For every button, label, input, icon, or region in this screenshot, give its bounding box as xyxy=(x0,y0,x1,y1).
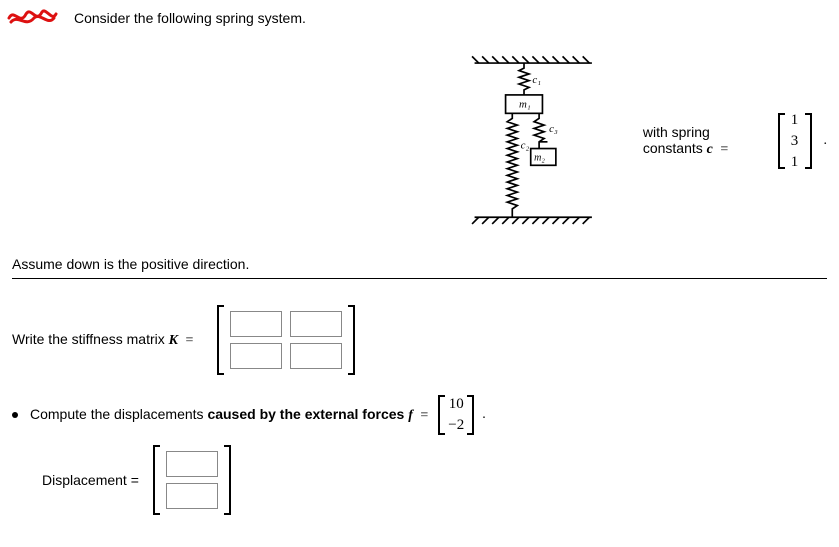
redaction-scribble xyxy=(12,8,54,30)
stiffness-prompt-row: Write the stiffness matrix K = xyxy=(12,305,827,375)
d-input-0[interactable] xyxy=(166,451,218,477)
spring-constants-row: with spring constants c = 1 3 1 . xyxy=(643,113,827,169)
f-vector: 10 −2 xyxy=(438,395,474,435)
label-c1: c₁ xyxy=(532,74,541,86)
displacement-row: Displacement = xyxy=(12,445,827,515)
bullet-icon xyxy=(12,412,18,418)
compute-prompt-row: Compute the displacements caused by the … xyxy=(12,395,827,435)
d-input-1[interactable] xyxy=(166,483,218,509)
k-input-0-0[interactable] xyxy=(230,311,282,337)
period: . xyxy=(480,407,486,423)
f-vector-entry: 10 xyxy=(448,396,464,413)
k-input-1-0[interactable] xyxy=(230,343,282,369)
constants-text: with spring constants c = xyxy=(643,124,768,158)
intro-text: Consider the following spring system. xyxy=(74,8,306,26)
displacement-label: Displacement = xyxy=(42,472,139,488)
c-vector-entry: 1 xyxy=(788,154,802,171)
c-vector-entry: 1 xyxy=(788,112,802,129)
label-m1: m₁ xyxy=(519,98,531,110)
stiffness-prompt-text: Write the stiffness matrix K = xyxy=(12,331,197,349)
stiffness-matrix-input xyxy=(217,305,355,375)
label-c3: c₃ xyxy=(549,123,558,135)
label-m2: m₂ xyxy=(534,152,545,163)
assume-text: Assume down is the positive direction. xyxy=(12,256,827,272)
f-vector-entry: −2 xyxy=(448,417,464,434)
k-input-0-1[interactable] xyxy=(290,311,342,337)
spring-diagram: c₁ m₁ c₂ c₃ m₂ xyxy=(462,36,613,246)
c-vector: 1 3 1 xyxy=(778,113,812,169)
c-vector-entry: 3 xyxy=(788,133,802,150)
divider xyxy=(12,278,827,279)
displacement-vector-input xyxy=(153,445,231,515)
label-c2: c₂ xyxy=(521,140,530,152)
period: . xyxy=(822,133,828,149)
k-input-1-1[interactable] xyxy=(290,343,342,369)
compute-prompt-text: Compute the displacements caused by the … xyxy=(30,406,432,424)
